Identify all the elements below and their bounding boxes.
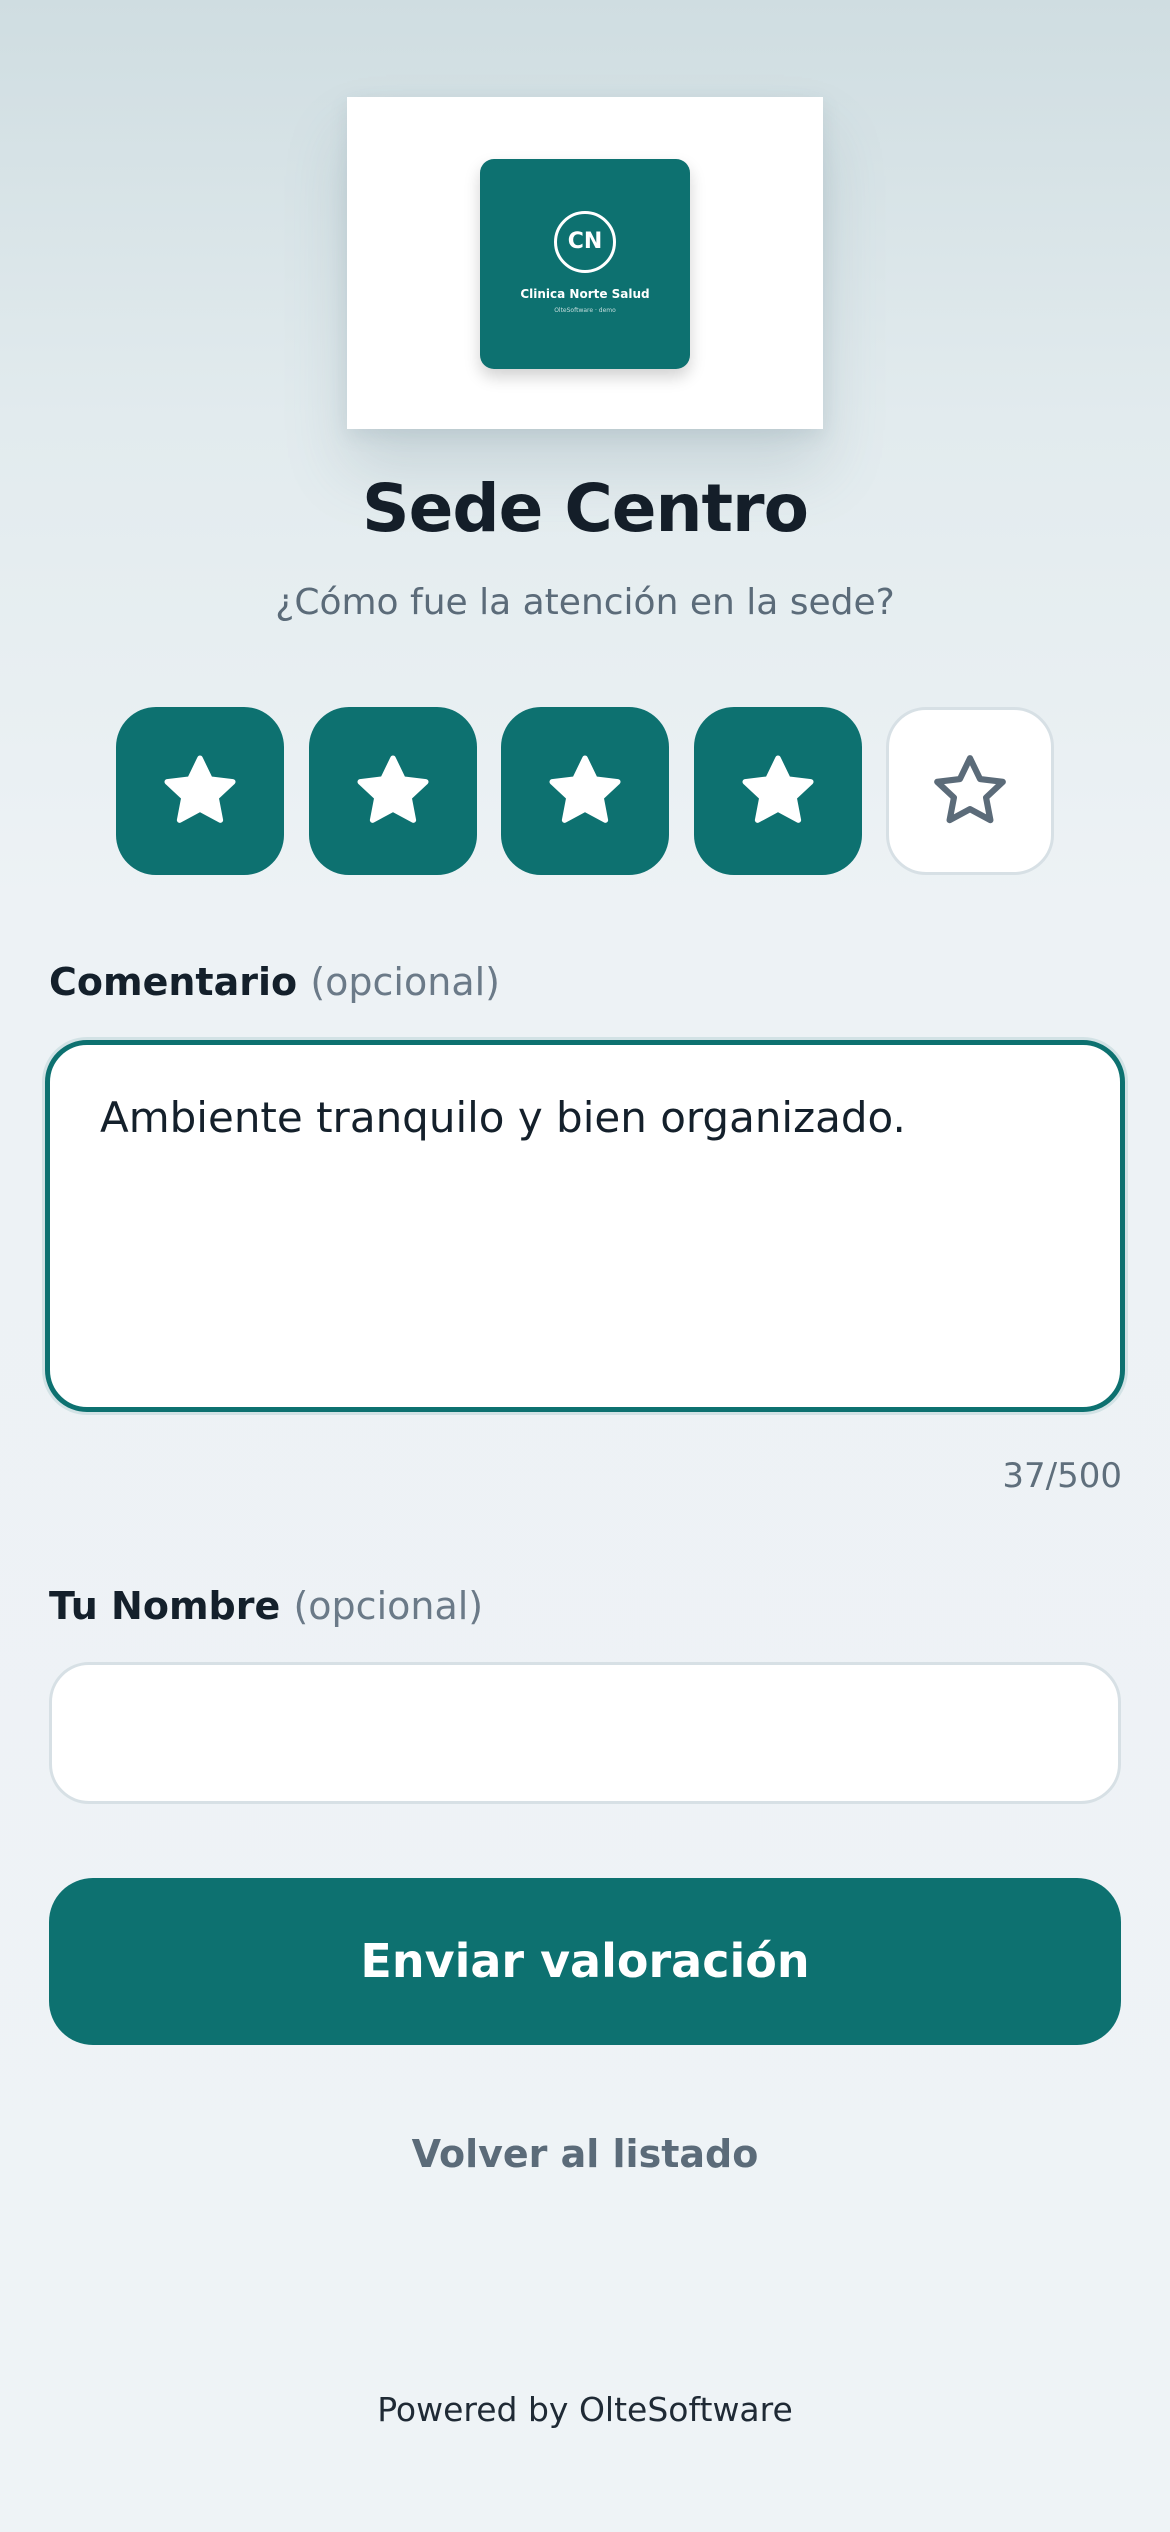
char-counter: 37/500 [1002, 1456, 1122, 1496]
star-icon [934, 755, 1006, 824]
star-button-1[interactable] [116, 707, 284, 875]
star-icon [356, 755, 429, 823]
back-to-list-link[interactable]: Volver al listado [0, 2132, 1170, 2176]
star-button-3[interactable] [501, 707, 669, 875]
comment-label: Comentario (opcional) [49, 960, 500, 1004]
name-label: Tu Nombre (opcional) [49, 1584, 483, 1628]
page-title: Sede Centro [362, 470, 809, 547]
comment-optional-hint: (opcional) [310, 960, 500, 1004]
star-button-4[interactable] [693, 707, 862, 875]
star-button-2[interactable] [308, 707, 477, 875]
star-button-5[interactable] [886, 707, 1054, 875]
star-rating [116, 707, 1054, 875]
name-input[interactable] [49, 1662, 1121, 1804]
star-icon [741, 755, 814, 823]
logo-name: Clinica Norte Salud [520, 287, 650, 301]
clinic-logo: CN Clinica Norte Salud OlteSoftware · de… [480, 159, 690, 369]
name-label-text: Tu Nombre [49, 1584, 281, 1628]
logo-subtext: OlteSoftware · demo [554, 307, 616, 314]
comment-label-text: Comentario [49, 960, 298, 1004]
star-icon [549, 755, 621, 823]
logo-initials: CN [554, 211, 616, 273]
star-icon [164, 755, 236, 823]
clinic-logo-card: CN Clinica Norte Salud OlteSoftware · de… [347, 97, 823, 429]
name-optional-hint: (opcional) [293, 1584, 484, 1628]
page-subtitle: ¿Cómo fue la atención en la sede? [275, 582, 895, 623]
comment-textarea[interactable]: Ambiente tranquilo y bien organizado. [45, 1040, 1125, 1412]
submit-rating-button[interactable]: Enviar valoración [49, 1878, 1121, 2045]
powered-by-footer: Powered by OlteSoftware [377, 2390, 793, 2429]
